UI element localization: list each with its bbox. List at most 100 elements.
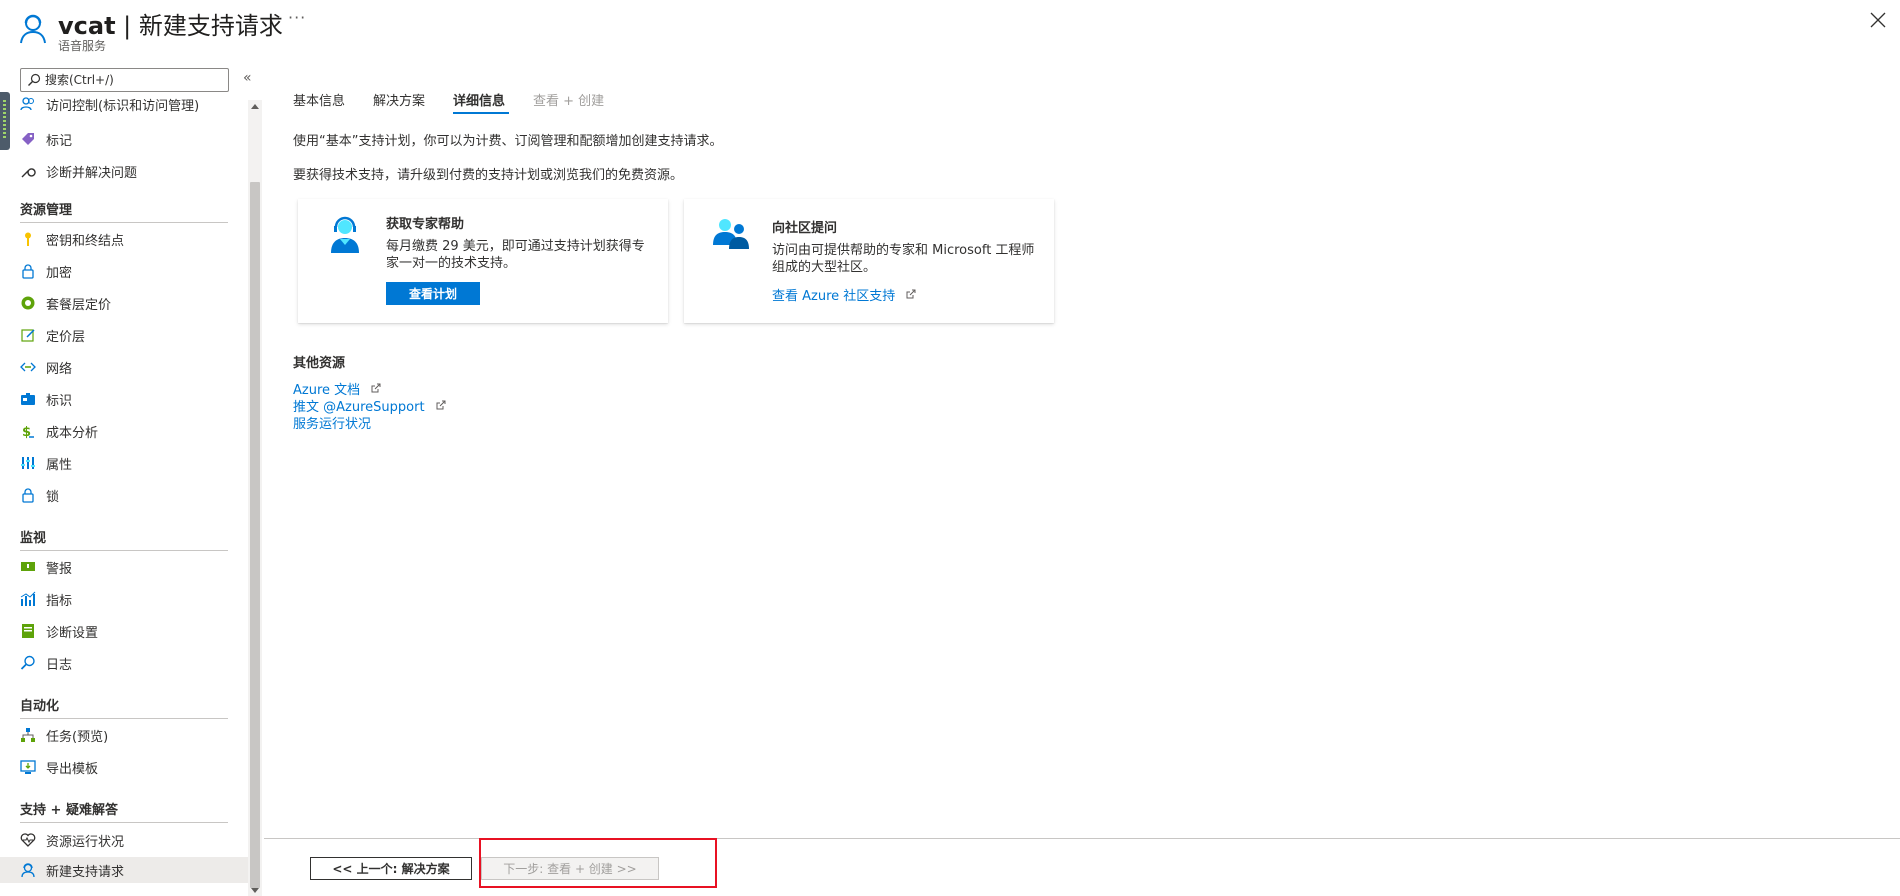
tag-icon bbox=[20, 131, 36, 147]
card-ask-community: 向社区提问 访问由可提供帮助的专家和 Microsoft 工程师组成的大型社区。… bbox=[684, 199, 1054, 323]
card-title: 向社区提问 bbox=[772, 221, 838, 236]
edit-pricing-icon bbox=[20, 327, 36, 343]
sidebar-item-label: 任务(预览) bbox=[46, 729, 109, 745]
sidebar-item-label: 诊断设置 bbox=[46, 625, 99, 641]
sidebar-item-label: 资源运行状况 bbox=[46, 834, 125, 850]
collapse-sidebar-button[interactable]: « bbox=[243, 70, 252, 86]
sidebar-item-label: 成本分析 bbox=[46, 425, 99, 441]
sidebar-item-metrics[interactable]: 指标 bbox=[20, 586, 246, 612]
page-title: vcat | 新建支持请求 bbox=[58, 6, 283, 41]
sidebar-item-export-template[interactable]: 导出模板 bbox=[20, 754, 246, 780]
next-review-create-button[interactable]: 下一步: 查看 + 创建 >> bbox=[481, 857, 659, 880]
active-tab-indicator bbox=[453, 112, 509, 114]
external-link-icon bbox=[371, 383, 381, 393]
sidebar-item-label: 密钥和终结点 bbox=[46, 233, 125, 249]
service-health-link[interactable]: 服务运行状况 bbox=[293, 417, 371, 432]
scrollbar-thumb[interactable] bbox=[250, 182, 260, 888]
section-header-monitoring: 监视 bbox=[20, 531, 47, 546]
support-person-icon bbox=[20, 14, 46, 44]
lock-icon bbox=[20, 487, 36, 503]
wrench-icon bbox=[20, 163, 36, 179]
alert-icon bbox=[20, 559, 36, 575]
community-icon bbox=[713, 219, 749, 249]
sidebar-item-label: 日志 bbox=[46, 657, 73, 673]
sidebar-item-label: 定价层 bbox=[46, 329, 86, 345]
sidebar-item-encryption[interactable]: 加密 bbox=[20, 258, 246, 284]
lock-icon bbox=[20, 263, 36, 279]
sidebar-item-keys[interactable]: 密钥和终结点 bbox=[20, 226, 246, 252]
card-description: 每月缴费 29 美元，即可通过支持计划获得专家一对一的技术支持。 bbox=[386, 239, 645, 271]
resource-name: vcat bbox=[58, 12, 116, 40]
external-link-icon bbox=[436, 400, 446, 410]
sidebar-item-diagnose[interactable]: 诊断并解决问题 bbox=[20, 158, 246, 184]
sidebar-item-label: 访问控制(标识和访问管理) bbox=[46, 98, 200, 114]
support-icon bbox=[20, 862, 36, 878]
sidebar-search[interactable] bbox=[20, 68, 229, 92]
sidebar-item-label: 套餐层定价 bbox=[46, 297, 112, 313]
azure-community-link[interactable]: 查看 Azure 社区支持 bbox=[772, 289, 895, 304]
section-header-support: 支持 + 疑难解答 bbox=[20, 803, 118, 818]
sidebar-item-resource-health[interactable]: 资源运行状况 bbox=[20, 827, 246, 853]
basic-plan-message: 使用“基本”支持计划，你可以为计费、订阅管理和配额增加创建支持请求。 bbox=[293, 134, 723, 149]
sidebar-item-diagnostic-settings[interactable]: 诊断设置 bbox=[20, 618, 246, 644]
search-icon bbox=[28, 73, 41, 86]
more-options-button[interactable]: ··· bbox=[288, 8, 306, 27]
tab-solutions[interactable]: 解决方案 bbox=[373, 90, 425, 109]
network-icon bbox=[20, 359, 36, 375]
section-header-resource-management: 资源管理 bbox=[20, 203, 73, 218]
external-link-icon bbox=[906, 289, 916, 299]
sidebar-item-label: 诊断并解决问题 bbox=[46, 165, 138, 181]
card-expert-help: 获取专家帮助 每月缴费 29 美元，即可通过支持计划获得专家一对一的技术支持。 … bbox=[298, 199, 668, 323]
key-icon bbox=[20, 231, 36, 247]
side-handle[interactable] bbox=[0, 92, 10, 150]
footer-divider bbox=[264, 838, 1900, 839]
sidebar-item-access-control[interactable]: 访问控制(标识和访问管理) bbox=[20, 93, 246, 115]
sidebar-item-plan-pricing[interactable]: 套餐层定价 bbox=[20, 290, 246, 316]
tab-basics[interactable]: 基本信息 bbox=[293, 90, 345, 109]
dollar-icon: $ bbox=[20, 423, 36, 439]
sidebar-item-new-support-request[interactable]: 新建支持请求 bbox=[0, 857, 248, 883]
section-divider bbox=[20, 550, 228, 551]
sidebar-item-tasks[interactable]: 任务(预览) bbox=[20, 722, 246, 748]
sidebar-item-logs[interactable]: 日志 bbox=[20, 650, 246, 676]
section-divider bbox=[20, 718, 228, 719]
blade-name: | 新建支持请求 bbox=[115, 12, 283, 40]
view-plans-button[interactable]: 查看计划 bbox=[386, 282, 480, 305]
metrics-icon bbox=[20, 591, 36, 607]
card-title: 获取专家帮助 bbox=[386, 217, 465, 232]
page-subtitle: 语音服务 bbox=[58, 39, 107, 53]
sidebar-item-label: 新建支持请求 bbox=[46, 864, 125, 880]
sidebar-item-identity[interactable]: 标识 bbox=[20, 386, 246, 412]
tab-details[interactable]: 详细信息 bbox=[453, 90, 505, 109]
sidebar-item-alerts[interactable]: 警报 bbox=[20, 554, 246, 580]
community-link-row: 查看 Azure 社区支持 bbox=[772, 285, 916, 304]
pricing-icon bbox=[20, 295, 36, 311]
sidebar-item-label: 标记 bbox=[46, 133, 73, 149]
search-input[interactable] bbox=[45, 73, 225, 87]
sidebar-item-pricing-tier[interactable]: 定价层 bbox=[20, 322, 246, 348]
logs-icon bbox=[20, 655, 36, 671]
card-description: 访问由可提供帮助的专家和 Microsoft 工程师组成的大型社区。 bbox=[772, 243, 1035, 275]
previous-solutions-button[interactable]: << 上一个: 解决方案 bbox=[310, 857, 472, 880]
section-header-automation: 自动化 bbox=[20, 699, 60, 714]
sidebar-item-label: 导出模板 bbox=[46, 761, 99, 777]
sidebar-item-locks[interactable]: 锁 bbox=[20, 482, 246, 508]
sidebar-item-cost-analysis[interactable]: $ 成本分析 bbox=[20, 418, 246, 444]
properties-icon bbox=[20, 455, 36, 471]
other-resources-heading: 其他资源 bbox=[293, 356, 346, 371]
people-icon bbox=[20, 96, 36, 112]
resource-row: 服务运行状况 bbox=[293, 413, 371, 432]
sidebar-item-properties[interactable]: 属性 bbox=[20, 450, 246, 476]
identity-icon bbox=[20, 391, 36, 407]
section-divider bbox=[20, 222, 228, 223]
scroll-down-arrow-icon[interactable] bbox=[251, 888, 259, 893]
scroll-up-arrow-icon[interactable] bbox=[251, 104, 259, 109]
sidebar-item-label: 加密 bbox=[46, 265, 73, 281]
close-icon[interactable] bbox=[1866, 8, 1890, 32]
sidebar-item-tags[interactable]: 标记 bbox=[20, 126, 246, 152]
sidebar-item-label: 锁 bbox=[46, 489, 60, 505]
section-divider bbox=[20, 822, 228, 823]
heart-icon bbox=[20, 832, 36, 848]
sidebar-item-networking[interactable]: 网络 bbox=[20, 354, 246, 380]
export-template-icon bbox=[20, 759, 36, 775]
